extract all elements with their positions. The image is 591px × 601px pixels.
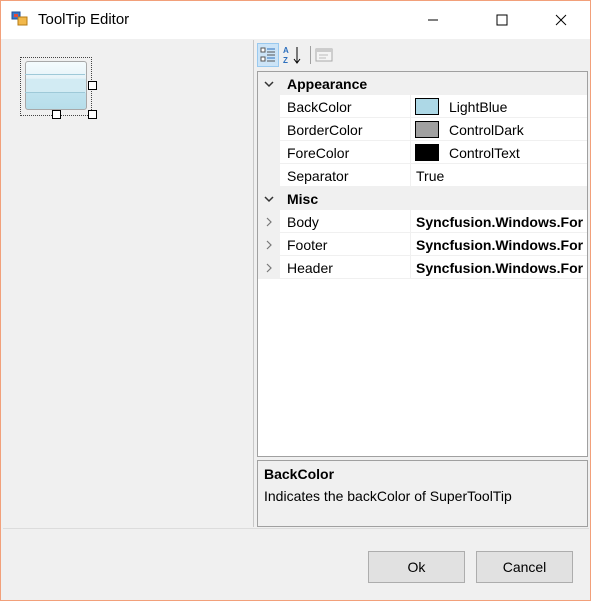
category-misc[interactable]: Misc <box>258 187 587 210</box>
chevron-right-icon[interactable] <box>261 233 277 256</box>
property-value[interactable]: True <box>416 168 444 184</box>
property-value[interactable]: Syncfusion.Windows.For <box>416 214 583 230</box>
row-gutter <box>258 164 280 187</box>
svg-text:Z: Z <box>283 56 288 65</box>
property-name: Footer <box>287 237 328 253</box>
categorized-icon <box>260 47 275 62</box>
category-label: Misc <box>287 191 319 207</box>
property-value[interactable]: Syncfusion.Windows.For <box>416 237 583 253</box>
minimize-button[interactable] <box>410 1 456 39</box>
color-swatch <box>415 144 439 161</box>
property-name: Header <box>287 260 333 276</box>
footer-divider <box>3 528 589 529</box>
close-button[interactable] <box>538 1 584 39</box>
toolbar-separator <box>310 46 311 64</box>
ok-button[interactable]: Ok <box>368 551 465 583</box>
column-divider <box>410 256 411 279</box>
preview-separator <box>25 74 85 75</box>
property-value[interactable]: LightBlue <box>449 99 507 115</box>
tooltip-preview-body <box>25 61 87 110</box>
column-divider <box>410 118 411 141</box>
property-value[interactable]: ControlText <box>449 145 520 161</box>
property-row-forecolor[interactable]: ForeColor ControlText <box>258 141 587 164</box>
resize-handle[interactable] <box>88 110 97 119</box>
column-divider <box>410 210 411 233</box>
help-title: BackColor <box>264 466 335 482</box>
property-pages-button[interactable] <box>313 43 335 67</box>
category-appearance[interactable]: Appearance <box>258 72 587 95</box>
column-divider <box>410 164 411 187</box>
help-panel: BackColor Indicates the backColor of Sup… <box>257 460 588 527</box>
property-name: Body <box>287 214 319 230</box>
column-divider <box>410 141 411 164</box>
chevron-down-icon[interactable] <box>261 72 277 95</box>
row-gutter <box>258 118 280 141</box>
property-row-header[interactable]: Header Syncfusion.Windows.For <box>258 256 587 279</box>
property-row-body[interactable]: Body Syncfusion.Windows.For <box>258 210 587 233</box>
design-surface <box>3 40 254 527</box>
color-swatch <box>415 121 439 138</box>
column-divider <box>410 95 411 118</box>
property-row-bordercolor[interactable]: BorderColor ControlDark <box>258 118 587 141</box>
property-name: ForeColor <box>287 145 350 161</box>
alphabetical-button[interactable]: A Z <box>281 43 303 67</box>
svg-text:A: A <box>283 46 289 55</box>
help-description: Indicates the backColor of SuperToolTip <box>264 488 512 504</box>
chevron-right-icon[interactable] <box>261 210 277 233</box>
title-bar[interactable]: ToolTip Editor <box>1 1 590 39</box>
close-icon <box>555 14 567 26</box>
maximize-icon <box>496 14 508 26</box>
chevron-right-icon[interactable] <box>261 256 277 279</box>
resize-handle[interactable] <box>88 81 97 90</box>
property-name: BackColor <box>287 99 352 115</box>
resize-handle[interactable] <box>52 110 61 119</box>
property-grid: Appearance BackColor LightBlue BorderCol… <box>257 71 588 457</box>
tooltip-preview[interactable] <box>20 57 97 119</box>
color-swatch <box>415 98 439 115</box>
row-gutter <box>258 141 280 164</box>
property-value[interactable]: ControlDark <box>449 122 524 138</box>
property-row-backcolor[interactable]: BackColor LightBlue <box>258 95 587 118</box>
alphabetical-sort-icon: A Z <box>283 46 301 65</box>
property-row-footer[interactable]: Footer Syncfusion.Windows.For <box>258 233 587 256</box>
cancel-button[interactable]: Cancel <box>476 551 573 583</box>
window-title: ToolTip Editor <box>38 11 130 28</box>
category-label: Appearance <box>287 76 368 92</box>
maximize-button[interactable] <box>479 1 525 39</box>
property-name: Separator <box>287 168 349 184</box>
property-row-separator[interactable]: Separator True <box>258 164 587 187</box>
property-grid-toolbar: A Z <box>257 43 589 68</box>
app-icon <box>11 10 29 28</box>
chevron-down-icon[interactable] <box>261 187 277 210</box>
property-name: BorderColor <box>287 122 363 138</box>
categorized-button[interactable] <box>257 43 279 67</box>
property-value[interactable]: Syncfusion.Windows.For <box>416 260 583 276</box>
column-divider <box>410 233 411 256</box>
minimize-icon <box>428 19 438 21</box>
property-pages-icon <box>315 48 333 62</box>
row-gutter <box>258 95 280 118</box>
preview-separator <box>25 92 85 93</box>
tooltip-editor-window: ToolTip Editor A Z Appearance BackColor … <box>0 0 591 601</box>
